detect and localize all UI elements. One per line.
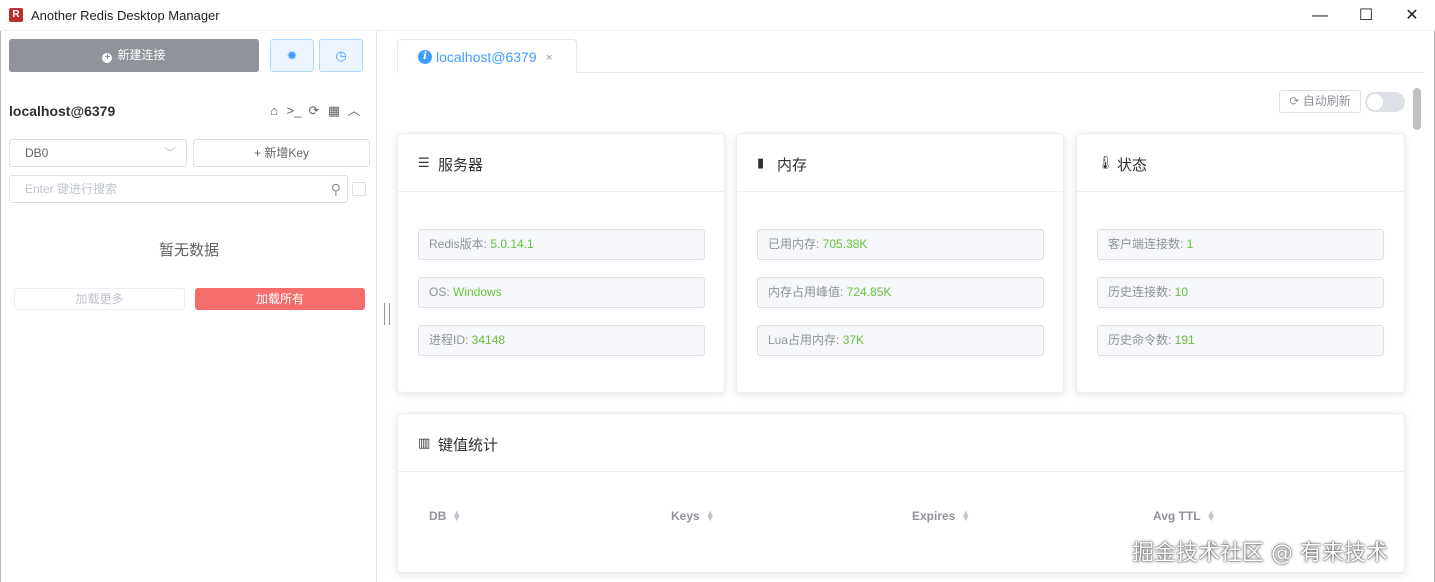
- empty-state-text: 暂无数据: [158, 242, 219, 259]
- stat-label: Redis版本:: [429, 237, 491, 251]
- load-more-button[interactable]: 加载更多: [14, 288, 185, 310]
- search-icon[interactable]: ⚲: [331, 176, 341, 202]
- server-icon: ☰: [418, 155, 430, 170]
- card-title: 内存: [777, 157, 808, 174]
- auto-refresh-button[interactable]: ⟳ 自动刷新: [1279, 90, 1361, 113]
- sidebar: + 新建连接 ✹ ◷ localhost@6379 ⌂ >_ ⟳ ▦ ︿ DB0 ﹀ + …: [1, 31, 377, 582]
- command-history-button[interactable]: ◷: [319, 39, 363, 72]
- gear-icon: ✹: [286, 48, 298, 63]
- tab-close-icon[interactable]: ×: [546, 52, 552, 64]
- column-header-label: DB: [429, 509, 447, 523]
- bar-chart-icon: ▥: [418, 435, 431, 450]
- stat-label: 进程ID:: [429, 333, 472, 347]
- search-placeholder: Enter 键进行搜索: [25, 182, 118, 196]
- tab-connection[interactable]: i localhost@6379 ×: [397, 39, 577, 73]
- card-title: 服务器: [438, 157, 484, 174]
- stat-process-id: 进程ID: 34148: [418, 325, 705, 356]
- scrollbar-track[interactable]: [1411, 86, 1422, 564]
- column-header-avg-ttl[interactable]: Avg TTL ▲ ▼: [1153, 509, 1216, 524]
- column-header-label: Keys: [671, 509, 700, 523]
- column-header-expires[interactable]: Expires ▲ ▼: [912, 509, 970, 524]
- card-header: ▥ 键值统计: [398, 414, 1404, 472]
- server-card: ☰ 服务器 Redis版本: 5.0.14.1 OS: Windows 进程ID…: [397, 133, 725, 393]
- memory-chip-icon: ▮: [757, 155, 765, 170]
- exact-match-checkbox[interactable]: [352, 182, 366, 196]
- sort-icon[interactable]: ▲ ▼: [961, 509, 970, 523]
- stat-value: 34148: [471, 333, 506, 347]
- refresh-icon: ⟳: [1289, 94, 1303, 108]
- home-icon[interactable]: ⌂: [265, 102, 283, 120]
- info-icon: i: [418, 50, 432, 64]
- load-all-button[interactable]: 加载所有: [195, 288, 365, 310]
- watermark: 掘金技术社区 @ 有来技术: [1132, 541, 1388, 566]
- card-header: 🌡 状态: [1077, 134, 1404, 192]
- connection-actions: ⌂ >_ ⟳ ▦ ︿: [265, 102, 365, 120]
- resize-handle[interactable]: [384, 303, 390, 325]
- column-header-label: Avg TTL: [1153, 509, 1201, 523]
- stat-total-connections: 历史连接数: 10: [1097, 277, 1384, 308]
- stat-value: 10: [1174, 285, 1189, 299]
- stat-value: 5.0.14.1: [490, 237, 534, 251]
- stat-used-memory: 已用内存: 705.38K: [757, 229, 1044, 260]
- stat-value: Windows: [453, 285, 502, 299]
- db-select-value: DB0: [25, 146, 49, 160]
- stat-value: 724.85K: [846, 285, 892, 299]
- stat-label: 已用内存:: [768, 237, 823, 251]
- sort-icon[interactable]: ▲ ▼: [452, 509, 461, 523]
- auto-refresh-toggle[interactable]: [1365, 92, 1405, 112]
- maximize-icon[interactable]: ☐: [1343, 0, 1389, 31]
- memory-card: ▮ 内存 已用内存: 705.38K 内存占用峰值: 724.85K Lua占用…: [736, 133, 1064, 393]
- stat-lua-memory: Lua占用内存: 37K: [757, 325, 1044, 356]
- stat-total-commands: 历史命令数: 191: [1097, 325, 1384, 356]
- key-search-input[interactable]: Enter 键进行搜索 ⚲: [9, 175, 348, 203]
- stat-label: OS:: [429, 285, 454, 299]
- stat-clients: 客户端连接数: 1: [1097, 229, 1384, 260]
- refresh-icon[interactable]: ⟳: [305, 102, 323, 120]
- connection-name[interactable]: localhost@6379: [9, 103, 115, 119]
- db-select[interactable]: DB0 ﹀: [9, 139, 187, 167]
- chevron-down-icon: ﹀: [163, 146, 176, 160]
- stat-redis-version: Redis版本: 5.0.14.1: [418, 229, 705, 260]
- auto-refresh-label: 自动刷新: [1302, 94, 1351, 108]
- new-key-button[interactable]: + 新增Key: [193, 139, 370, 167]
- sort-icon[interactable]: ▲ ▼: [1207, 509, 1216, 523]
- column-header-keys[interactable]: Keys ▲ ▼: [671, 509, 715, 524]
- terminal-icon[interactable]: >_: [285, 102, 303, 120]
- stat-label: Lua占用内存:: [768, 333, 843, 347]
- stat-os: OS: Windows: [418, 277, 705, 308]
- column-header-label: Expires: [912, 509, 956, 523]
- plus-circle-icon: +: [102, 53, 113, 63]
- collapse-icon[interactable]: ︿: [345, 102, 363, 120]
- tab-label: localhost@6379: [436, 49, 537, 65]
- scrollbar-thumb[interactable]: [1413, 88, 1421, 130]
- window-title: Another Redis Desktop Manager: [31, 8, 220, 23]
- card-header: ▮ 内存: [737, 134, 1063, 192]
- card-title: 状态: [1117, 157, 1148, 174]
- card-header: ☰ 服务器: [398, 134, 724, 192]
- stat-value: 191: [1174, 333, 1195, 347]
- stat-value: 705.38K: [822, 237, 868, 251]
- card-title: 键值统计: [438, 437, 499, 454]
- thermometer-icon: 🌡: [1097, 155, 1114, 170]
- clock-icon: ◷: [335, 48, 347, 63]
- stat-value: 37K: [842, 333, 865, 347]
- stat-label: 内存占用峰值:: [768, 285, 847, 299]
- stat-value: 1: [1186, 237, 1194, 251]
- settings-button[interactable]: ✹: [270, 39, 314, 72]
- grid-icon[interactable]: ▦: [325, 102, 343, 120]
- toggle-knob: [1367, 94, 1383, 110]
- redis-icon: R: [9, 8, 23, 22]
- new-connection-button[interactable]: + 新建连接: [9, 39, 259, 72]
- stat-label: 历史命令数:: [1108, 333, 1175, 347]
- new-connection-label: 新建连接: [117, 48, 166, 62]
- sort-icon[interactable]: ▲ ▼: [706, 509, 715, 523]
- minimize-icon[interactable]: —: [1297, 0, 1343, 31]
- stat-label: 历史连接数:: [1108, 285, 1175, 299]
- stat-peak-memory: 内存占用峰值: 724.85K: [757, 277, 1044, 308]
- stat-label: 客户端连接数:: [1108, 237, 1187, 251]
- window-titlebar: R Another Redis Desktop Manager — ☐ ✕: [0, 0, 1435, 31]
- close-icon[interactable]: ✕: [1389, 0, 1435, 31]
- column-header-db[interactable]: DB ▲ ▼: [429, 509, 461, 524]
- status-card: 🌡 状态 客户端连接数: 1 历史连接数: 10 历史命令数: 191: [1076, 133, 1405, 393]
